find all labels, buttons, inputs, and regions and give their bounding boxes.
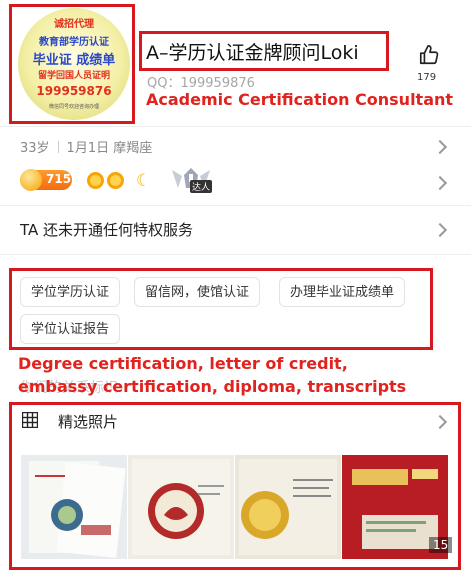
divider bbox=[0, 126, 471, 127]
photos-title: 精选照片 bbox=[58, 413, 119, 431]
grid-icon bbox=[22, 412, 38, 428]
thumbs-up-icon[interactable] bbox=[418, 44, 440, 66]
sun-icon bbox=[107, 172, 124, 189]
divider bbox=[0, 205, 471, 206]
talent-label: 达人 bbox=[190, 180, 213, 193]
zodiac: 摩羯座 bbox=[113, 141, 153, 156]
annotation-title: Academic Certification Consultant bbox=[146, 90, 454, 109]
photo-thumbnail[interactable] bbox=[21, 455, 127, 559]
sun-icon bbox=[87, 172, 104, 189]
annotation-caption: Degree certification, letter of credit, … bbox=[18, 352, 406, 398]
chevron-right-icon[interactable] bbox=[432, 222, 448, 238]
caption-line: Degree certification, letter of credit, bbox=[18, 354, 348, 373]
annotation-box-avatar bbox=[9, 4, 135, 124]
chevron-right-icon[interactable] bbox=[432, 139, 448, 155]
chevron-right-icon[interactable] bbox=[432, 175, 448, 191]
profile-meta[interactable]: 33岁 1月1日 摩羯座 bbox=[20, 137, 152, 156]
privilege-status: TA 还未开通任何特权服务 bbox=[20, 221, 194, 239]
birthday: 1月1日 bbox=[66, 141, 110, 156]
photo-thumbnail[interactable] bbox=[128, 455, 234, 559]
coin-icon bbox=[20, 169, 42, 191]
photo-thumbnail[interactable] bbox=[235, 455, 341, 559]
photo-count: 15 bbox=[429, 537, 453, 553]
level-number: 715 bbox=[46, 172, 72, 186]
age: 33岁 bbox=[20, 141, 50, 156]
divider bbox=[0, 254, 471, 255]
caption-line: embassy certification, diploma, transcri… bbox=[18, 377, 407, 396]
moon-icon: ☾ bbox=[136, 171, 152, 191]
like-count: 179 bbox=[417, 72, 437, 83]
qq-number: QQ：199959876 bbox=[147, 76, 255, 91]
annotation-box-tags bbox=[9, 268, 433, 350]
annotation-box-name bbox=[139, 31, 389, 71]
